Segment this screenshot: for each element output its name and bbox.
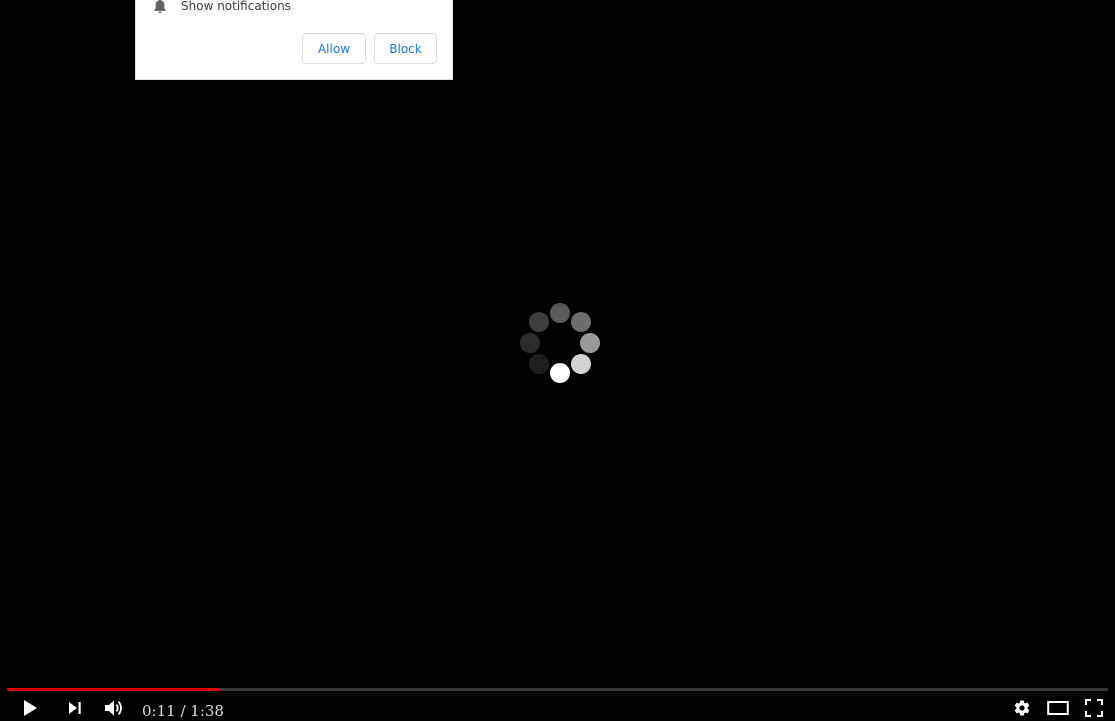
fullscreen-icon [1085, 698, 1103, 721]
current-time: 0:11 [142, 702, 176, 720]
player-controls: 0:11 / 1:38 [0, 694, 1115, 721]
video-player[interactable]: Show notifications Allow Block 0:11 / 1:… [0, 0, 1115, 721]
progress-played [7, 688, 221, 691]
notification-permission-popup: Show notifications Allow Block [135, 0, 453, 80]
gear-icon [1013, 699, 1031, 721]
notification-row: Show notifications [152, 0, 291, 15]
play-button[interactable] [18, 698, 42, 721]
fullscreen-button[interactable] [1082, 698, 1106, 721]
play-icon [21, 698, 39, 721]
block-button[interactable]: Block [374, 33, 437, 64]
time-separator: / [175, 702, 191, 720]
duration: 1:38 [190, 702, 224, 720]
next-icon [67, 700, 83, 721]
volume-button[interactable] [102, 698, 126, 721]
next-button[interactable] [63, 698, 87, 721]
settings-button[interactable] [1010, 698, 1034, 721]
allow-button[interactable]: Allow [302, 33, 366, 64]
loading-spinner-icon [510, 293, 610, 393]
notification-text: Show notifications [181, 0, 291, 13]
theater-mode-button[interactable] [1046, 698, 1070, 721]
time-display: 0:11 / 1:38 [142, 702, 224, 720]
theater-mode-icon [1047, 700, 1069, 721]
volume-icon [103, 698, 125, 721]
progress-bar[interactable] [7, 688, 1108, 691]
bell-icon [152, 0, 168, 14]
